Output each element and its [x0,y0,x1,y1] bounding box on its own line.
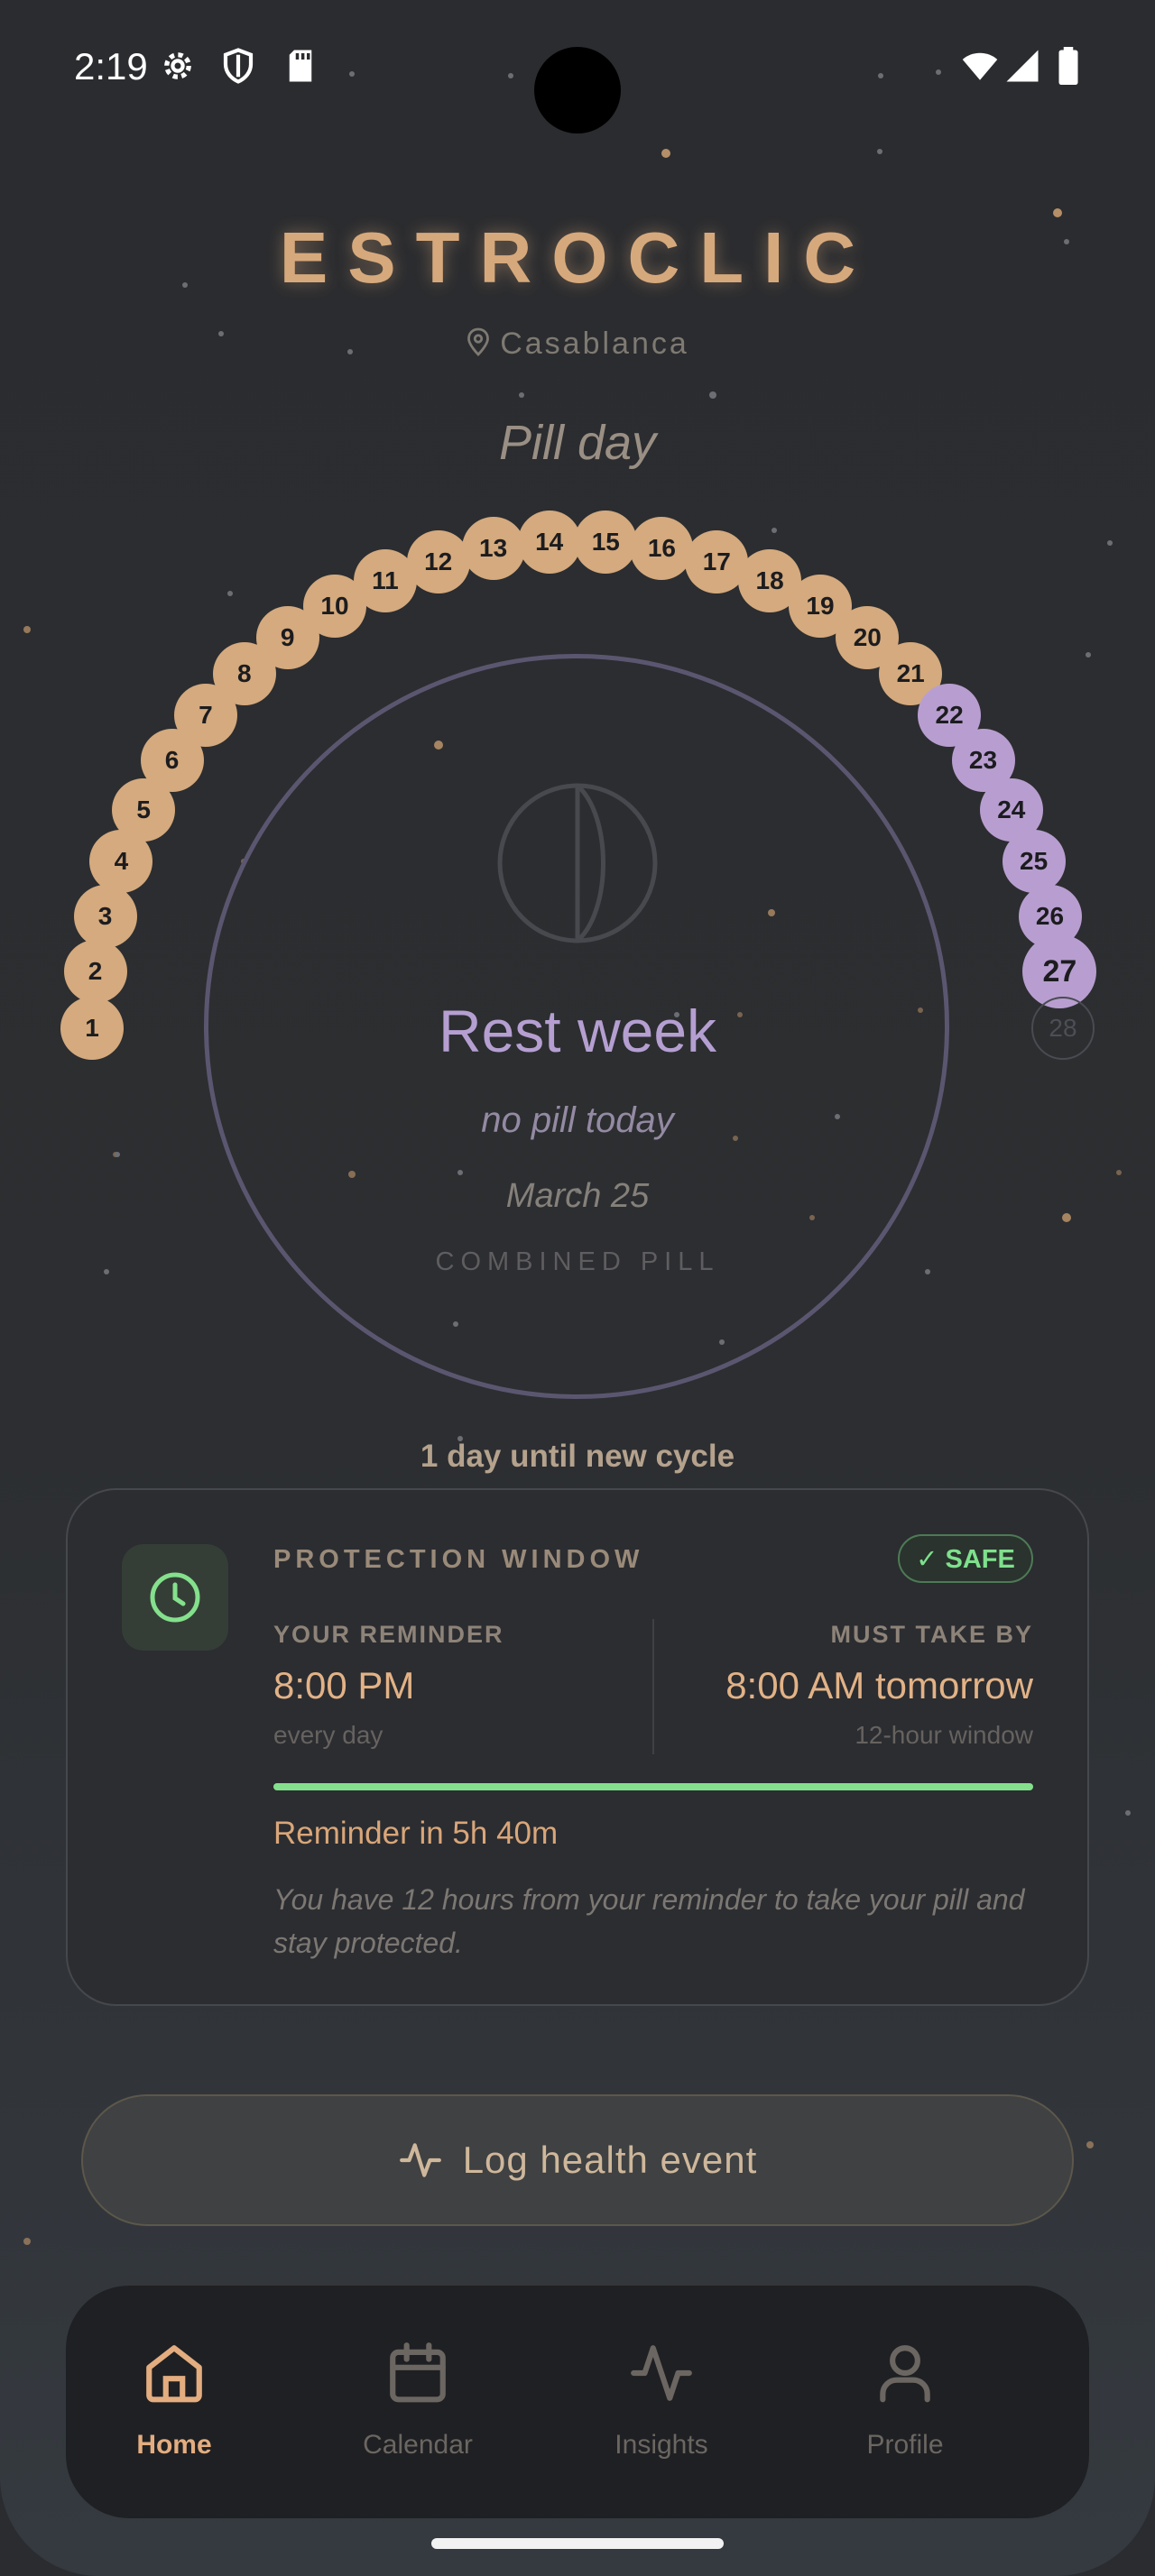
window-length: 12-hour window [855,1721,1033,1749]
status-date: March 25 [505,1177,650,1215]
nav-profile[interactable]: Profile [801,2286,1009,2518]
sd-card-icon [289,50,312,82]
status-subtitle: no pill today [481,1100,674,1140]
nav-home-label: Home [136,2430,212,2460]
battery-icon [1058,47,1078,85]
deadline-time: 8:00 AM tomorrow [725,1664,1033,1707]
calendar-icon [390,2342,446,2403]
protection-window-title: PROTECTION WINDOW [273,1545,644,1574]
card-divider [652,1619,654,1754]
home-indicator[interactable] [431,2538,724,2549]
nav-home[interactable]: Home [70,2286,278,2518]
clock-icon-box [122,1544,228,1651]
pill-day-12[interactable]: 12 [406,529,470,593]
log-health-event-label: Log health event [462,2139,758,2181]
activity-icon [631,2345,692,2401]
cycle-countdown: 1 day until new cycle [420,1439,735,1474]
pill-day-15[interactable]: 15 [574,510,638,574]
nav-insights-label: Insights [614,2430,708,2460]
nav-profile-label: Profile [866,2430,944,2460]
location-text: Casablanca [500,327,689,361]
status-title: Rest week [438,998,717,1064]
settings-icon [164,52,191,79]
signal-icon [1006,50,1039,82]
protection-description: You have 12 hours from your reminder to … [273,1883,1025,1959]
protection-progress-bar [273,1783,1033,1790]
pill-day-25[interactable]: 25 [1002,830,1066,894]
bottom-navigation: Home Calendar Insights Profile [66,2286,1089,2518]
reminder-frequency: every day [273,1721,383,1749]
reminder-label: YOUR REMINDER [273,1621,504,1648]
pill-type-label: COMBINED PILL [435,1247,720,1276]
safe-status-badge: ✓ SAFE [898,1534,1033,1583]
status-time: 2:19 [74,45,148,87]
phone-screen: 2:19 ESTROCLIC Casablanca Pill day 1 2 3… [0,0,1155,2576]
person-icon [880,2345,930,2403]
front-camera [534,47,621,133]
nav-calendar[interactable]: Calendar [314,2286,522,2518]
moon-phase-icon [497,783,658,943]
log-health-event-button[interactable]: Log health event [81,2094,1074,2226]
reminder-countdown: Reminder in 5h 40m [273,1816,559,1851]
activity-icon [399,2143,441,2177]
shield-icon [223,48,254,84]
location-pin-icon [467,327,490,356]
pill-day-3[interactable]: 3 [73,884,137,948]
location-label[interactable]: Casablanca [0,327,1155,362]
protection-progress-fill [273,1783,1033,1790]
pill-day-2[interactable]: 2 [63,940,127,1004]
pill-day-13[interactable]: 13 [461,517,525,581]
reminder-time[interactable]: 8:00 PM [273,1664,414,1707]
pill-day-label: Pill day [498,416,657,470]
nav-insights[interactable]: Insights [558,2286,765,2518]
pill-day-14[interactable]: 14 [517,510,581,574]
app-title: ESTROCLIC [279,217,876,298]
clock-icon [150,1572,200,1623]
wifi-icon [962,52,998,80]
home-icon [146,2345,202,2403]
deadline-label: MUST TAKE BY [830,1621,1033,1648]
pill-day-16[interactable]: 16 [630,517,694,581]
nav-calendar-label: Calendar [363,2430,473,2460]
status-bar: 2:19 [0,0,1155,135]
